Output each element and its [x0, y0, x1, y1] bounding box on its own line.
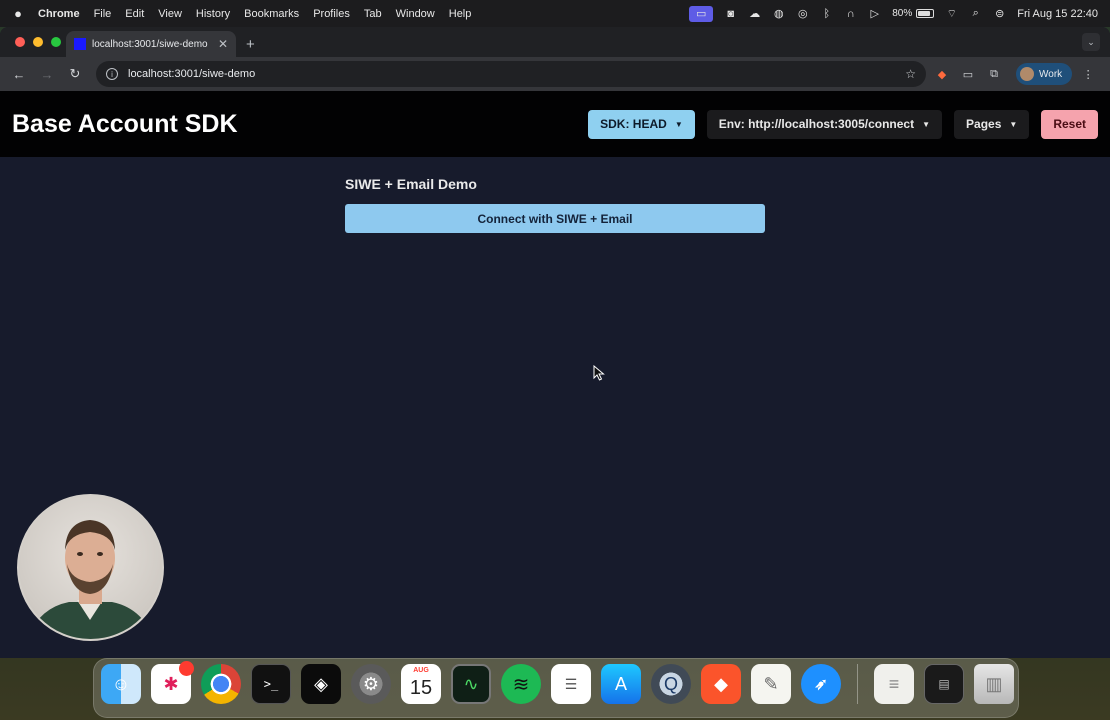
chevron-down-icon: ▼: [922, 119, 931, 129]
chrome-icon[interactable]: [201, 664, 241, 704]
headphones-icon[interactable]: ∩: [844, 7, 857, 20]
cast-icon[interactable]: ▭: [958, 64, 978, 84]
chevron-down-icon: ▼: [674, 119, 683, 129]
document-icon[interactable]: ≡: [874, 664, 914, 704]
system-settings-icon[interactable]: ⚙: [351, 664, 391, 704]
extensions-puzzle-icon[interactable]: ⧉: [984, 64, 1004, 84]
apple-icon[interactable]: ●: [12, 6, 24, 21]
menu-file[interactable]: File: [94, 8, 112, 20]
wifi-icon[interactable]: ⌔: [945, 7, 958, 20]
reload-button[interactable]: ↻: [64, 63, 86, 85]
bookmark-star-icon[interactable]: ☆: [905, 67, 916, 81]
back-button[interactable]: ←: [8, 63, 30, 85]
brave-icon[interactable]: ◆: [701, 664, 741, 704]
spotify-icon[interactable]: ≋: [501, 664, 541, 704]
play-icon[interactable]: ▷: [868, 7, 881, 20]
menu-profiles[interactable]: Profiles: [313, 8, 350, 20]
sdk-version-label: SDK: HEAD: [600, 117, 667, 131]
env-dropdown[interactable]: Env: http://localhost:3005/connect ▼: [706, 109, 943, 139]
battery-percent: 80%: [892, 8, 913, 19]
screen-record-icon[interactable]: ▭: [689, 5, 714, 22]
window-controls: [15, 37, 61, 47]
browser-window: localhost:3001/siwe-demo ✕ + ⌄ ← → ↻ i l…: [0, 27, 1110, 658]
quicktime-icon[interactable]: Q: [651, 664, 691, 704]
cursor-app-icon[interactable]: ◈: [301, 664, 341, 704]
app-title: Base Account SDK: [12, 109, 238, 138]
person-avatar: [27, 520, 154, 639]
browser-toolbar: ← → ↻ i localhost:3001/siwe-demo ☆ ◆ ▭ ⧉…: [0, 57, 1110, 91]
reminders-icon[interactable]: ☰: [551, 664, 591, 704]
address-url[interactable]: localhost:3001/siwe-demo: [128, 68, 905, 80]
activity-monitor-icon[interactable]: ∿: [451, 664, 491, 704]
menu-edit[interactable]: Edit: [125, 8, 144, 20]
reset-button[interactable]: Reset: [1041, 109, 1098, 139]
app-status-icon[interactable]: ◙: [724, 7, 737, 20]
chrome-menu-icon[interactable]: ⋮: [1078, 64, 1098, 84]
menu-help[interactable]: Help: [449, 8, 472, 20]
browser-tab[interactable]: localhost:3001/siwe-demo ✕: [66, 31, 236, 57]
minimize-window-button[interactable]: [33, 37, 43, 47]
menu-history[interactable]: History: [196, 8, 230, 20]
connect-siwe-email-button[interactable]: Connect with SIWE + Email: [345, 204, 765, 233]
menu-tab[interactable]: Tab: [364, 8, 382, 20]
site-info-icon[interactable]: i: [106, 68, 118, 80]
profile-avatar: [1020, 67, 1034, 81]
calendar-icon[interactable]: AUG 15: [401, 664, 441, 704]
finder-icon[interactable]: ☺: [101, 664, 141, 704]
globe-icon[interactable]: ◎: [796, 7, 809, 20]
tab-strip: localhost:3001/siwe-demo ✕ + ⌄: [0, 27, 1110, 57]
chevron-down-icon: ▼: [1009, 119, 1018, 129]
menubar-datetime[interactable]: Fri Aug 15 22:40: [1017, 8, 1098, 20]
env-label: Env: http://localhost:3005/connect: [718, 117, 915, 131]
main-content: SIWE + Email Demo Connect with SIWE + Em…: [0, 157, 1110, 658]
safari-icon[interactable]: ➶: [801, 664, 841, 704]
bluetooth-icon[interactable]: ᛒ: [820, 7, 833, 20]
tab-title: localhost:3001/siwe-demo: [92, 38, 208, 50]
zoom-window-button[interactable]: [51, 37, 61, 47]
forward-button[interactable]: →: [36, 63, 58, 85]
mouse-cursor-icon: [593, 365, 605, 381]
calendar-month: AUG: [413, 667, 429, 674]
menu-window[interactable]: Window: [396, 8, 435, 20]
notification-badge: [179, 661, 194, 676]
app-header: Base Account SDK SDK: HEAD ▼ Env: http:/…: [0, 91, 1110, 157]
app-store-icon[interactable]: A: [601, 664, 641, 704]
pages-dropdown[interactable]: Pages ▼: [954, 109, 1030, 139]
extension-fox-icon[interactable]: ◆: [932, 64, 952, 84]
vpn-icon[interactable]: ◍: [772, 7, 785, 20]
search-icon[interactable]: ⌕: [969, 7, 982, 20]
sdk-version-dropdown[interactable]: SDK: HEAD ▼: [588, 109, 695, 139]
menu-app-name[interactable]: Chrome: [38, 8, 80, 20]
slack-icon[interactable]: ✱: [151, 661, 194, 704]
profile-label: Work: [1039, 68, 1063, 80]
demo-title: SIWE + Email Demo: [345, 176, 477, 192]
terminal-icon[interactable]: >_: [251, 664, 291, 704]
tab-search-icon[interactable]: ⌄: [1082, 33, 1100, 51]
menu-bar: ● Chrome File Edit View History Bookmark…: [0, 0, 1110, 27]
menu-bookmarks[interactable]: Bookmarks: [244, 8, 299, 20]
close-window-button[interactable]: [15, 37, 25, 47]
battery-icon: [916, 9, 935, 18]
dock-separator: [857, 664, 858, 704]
new-tab-button[interactable]: +: [246, 31, 255, 57]
trash-icon[interactable]: ▥: [974, 664, 1014, 704]
textedit-icon[interactable]: ✎: [751, 664, 791, 704]
address-bar[interactable]: i localhost:3001/siwe-demo ☆: [96, 61, 926, 87]
dock: ☺ ✱ >_ ◈ ⚙ AUG 15 ∿ ≋ ☰ A Q ◆ ✎ ➶ ≡ ▤ ▥: [101, 661, 1014, 704]
pages-label: Pages: [966, 117, 1002, 131]
profile-button[interactable]: Work: [1016, 63, 1073, 85]
screenshot-icon[interactable]: ▤: [924, 664, 964, 704]
battery-indicator[interactable]: 80%: [892, 8, 935, 19]
reset-label: Reset: [1053, 117, 1086, 131]
control-center-icon[interactable]: ⊜: [993, 7, 1006, 20]
close-tab-icon[interactable]: ✕: [218, 37, 228, 51]
menu-view[interactable]: View: [158, 8, 182, 20]
webcam-overlay: [17, 494, 164, 641]
calendar-day: 15: [409, 676, 433, 699]
cloud-icon[interactable]: ☁: [748, 7, 761, 20]
tab-favicon-icon: [74, 38, 86, 50]
